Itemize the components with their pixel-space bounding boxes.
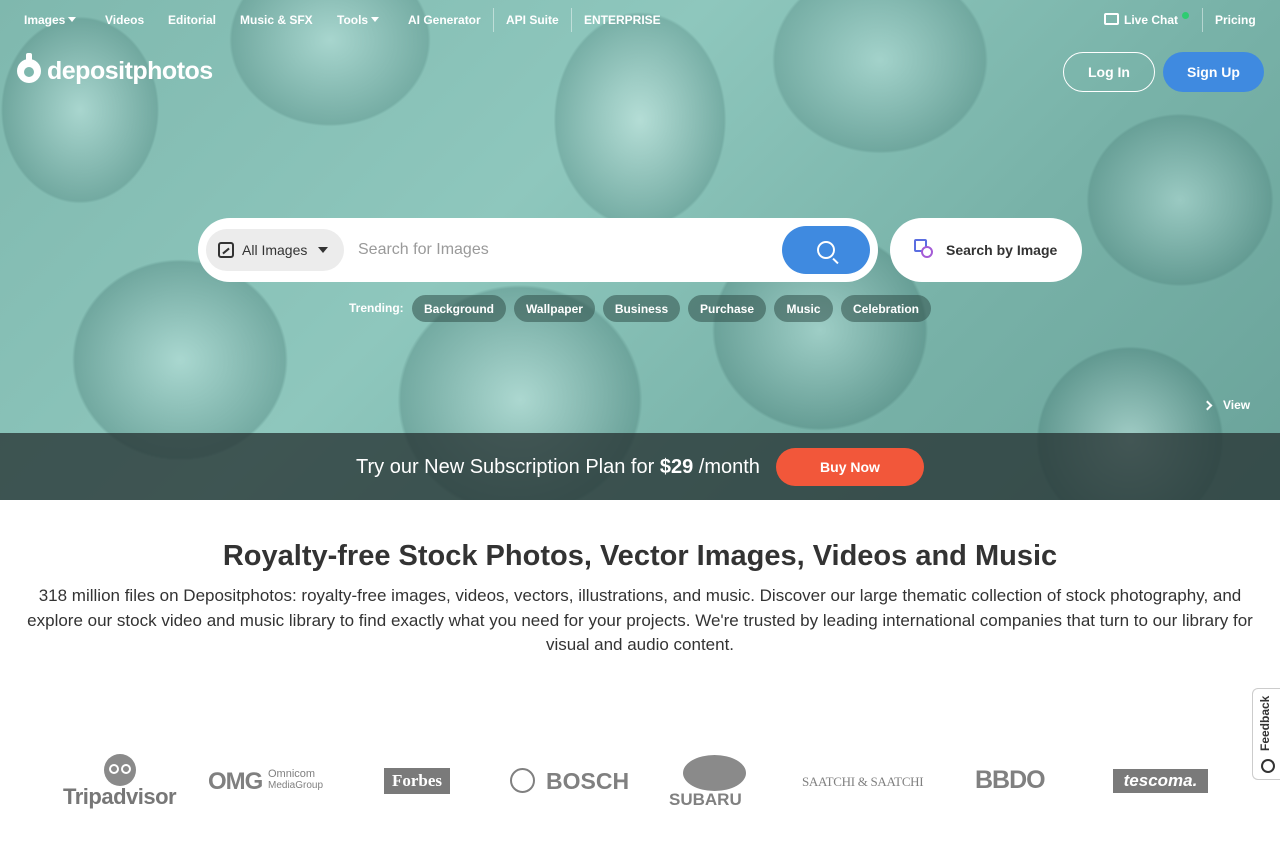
feedback-icon bbox=[1261, 759, 1275, 773]
trending-label: Trending: bbox=[349, 301, 404, 315]
trending-tag[interactable]: Wallpaper bbox=[514, 295, 595, 322]
chevron-down-icon bbox=[318, 247, 328, 253]
chevron-down-icon bbox=[68, 17, 77, 22]
page-description: 318 million files on Depositphotos: roya… bbox=[27, 586, 1253, 654]
chevron-right-icon bbox=[1202, 400, 1213, 410]
promo-text-before: Try our New Subscription Plan for bbox=[356, 456, 660, 478]
visual-search-icon bbox=[914, 239, 936, 261]
tescoma-wordmark: tescoma. bbox=[1123, 771, 1198, 790]
trending-tag[interactable]: Celebration bbox=[841, 295, 931, 322]
signup-button[interactable]: Sign Up bbox=[1163, 52, 1264, 92]
forbes-wordmark: Forbes bbox=[391, 771, 443, 790]
promo-price: $29 bbox=[659, 456, 694, 478]
category-select[interactable]: All Images bbox=[206, 229, 344, 271]
top-navigation: Images Videos Editorial Music & SFX Tool… bbox=[0, 0, 1280, 40]
category-select-value: All Images bbox=[242, 242, 308, 258]
nav-tools-label: Tools bbox=[337, 13, 369, 27]
nav-live-chat[interactable]: Live Chat bbox=[1124, 13, 1178, 27]
logo-mark-icon bbox=[17, 53, 41, 83]
nav-enterprise[interactable]: ENTERPRISE bbox=[584, 13, 661, 27]
buy-now-button[interactable]: Buy Now bbox=[776, 448, 924, 486]
saatchi-logo: SAATCHI & SAATCHI bbox=[802, 774, 924, 789]
nav-editorial[interactable]: Editorial bbox=[168, 13, 216, 27]
trending-tag[interactable]: Music bbox=[774, 295, 833, 322]
trending-tag[interactable]: Background bbox=[412, 295, 506, 322]
subaru-wordmark: SUBARU bbox=[669, 790, 742, 809]
tescoma-logo: tescoma. bbox=[1113, 769, 1208, 793]
search-icon bbox=[817, 241, 835, 259]
trending-tag[interactable]: Business bbox=[603, 295, 680, 322]
bosch-armature-icon bbox=[510, 768, 535, 793]
bbdo-logo: BBDO bbox=[975, 766, 1046, 794]
trending-tag[interactable]: Purchase bbox=[688, 295, 766, 322]
online-status-dot bbox=[1182, 12, 1189, 19]
search-bar: All Images bbox=[198, 218, 878, 282]
nav-pricing[interactable]: Pricing bbox=[1215, 13, 1256, 27]
hero-banner: Images Videos Editorial Music & SFX Tool… bbox=[0, 0, 1280, 500]
search-by-image-button[interactable]: Search by Image bbox=[890, 218, 1082, 282]
omnicom-wordmark: Omnicom bbox=[268, 768, 316, 780]
owl-icon bbox=[104, 754, 136, 786]
nav-images[interactable]: Images bbox=[24, 13, 77, 27]
nav-api-suite[interactable]: API Suite bbox=[506, 13, 559, 27]
client-logos: Tripadvisor OMG Omnicom MediaGroup Forbe… bbox=[0, 740, 1280, 820]
promo-text-after: /month bbox=[693, 456, 760, 478]
feedback-tab[interactable]: Feedback bbox=[1252, 688, 1280, 780]
logo-text: depositphotos bbox=[47, 56, 213, 85]
omg-wordmark: OMG bbox=[208, 768, 263, 795]
nav-music-sfx[interactable]: Music & SFX bbox=[240, 13, 313, 27]
bosch-wordmark: BOSCH bbox=[546, 768, 630, 794]
image-icon bbox=[218, 242, 234, 258]
nav-divider bbox=[1202, 8, 1203, 32]
feedback-label: Feedback bbox=[1258, 695, 1272, 751]
subaru-stars-icon bbox=[683, 755, 746, 791]
nav-tools[interactable]: Tools bbox=[337, 13, 380, 27]
chevron-down-icon bbox=[371, 17, 380, 22]
nav-images-label: Images bbox=[24, 13, 66, 27]
search-input[interactable] bbox=[358, 234, 768, 266]
promo-text: Try our New Subscription Plan for $29 /m… bbox=[356, 456, 760, 479]
view-image-link[interactable]: View bbox=[1202, 398, 1251, 412]
mediagroup-wordmark: MediaGroup bbox=[268, 780, 324, 791]
view-label: View bbox=[1223, 398, 1251, 412]
search-button[interactable] bbox=[782, 226, 870, 274]
search-by-image-label: Search by Image bbox=[946, 242, 1058, 258]
nav-divider bbox=[493, 8, 494, 32]
depositphotos-logo[interactable]: depositphotos bbox=[17, 53, 213, 88]
chat-icon bbox=[1104, 13, 1119, 25]
page-title: Royalty-free Stock Photos, Vector Images… bbox=[222, 540, 1058, 572]
login-button[interactable]: Log In bbox=[1063, 52, 1155, 92]
nav-videos[interactable]: Videos bbox=[105, 13, 144, 27]
tripadvisor-wordmark: Tripadvisor bbox=[63, 784, 177, 809]
forbes-logo: Forbes bbox=[384, 768, 450, 794]
nav-ai-generator[interactable]: AI Generator bbox=[408, 13, 481, 27]
nav-divider bbox=[571, 8, 572, 32]
